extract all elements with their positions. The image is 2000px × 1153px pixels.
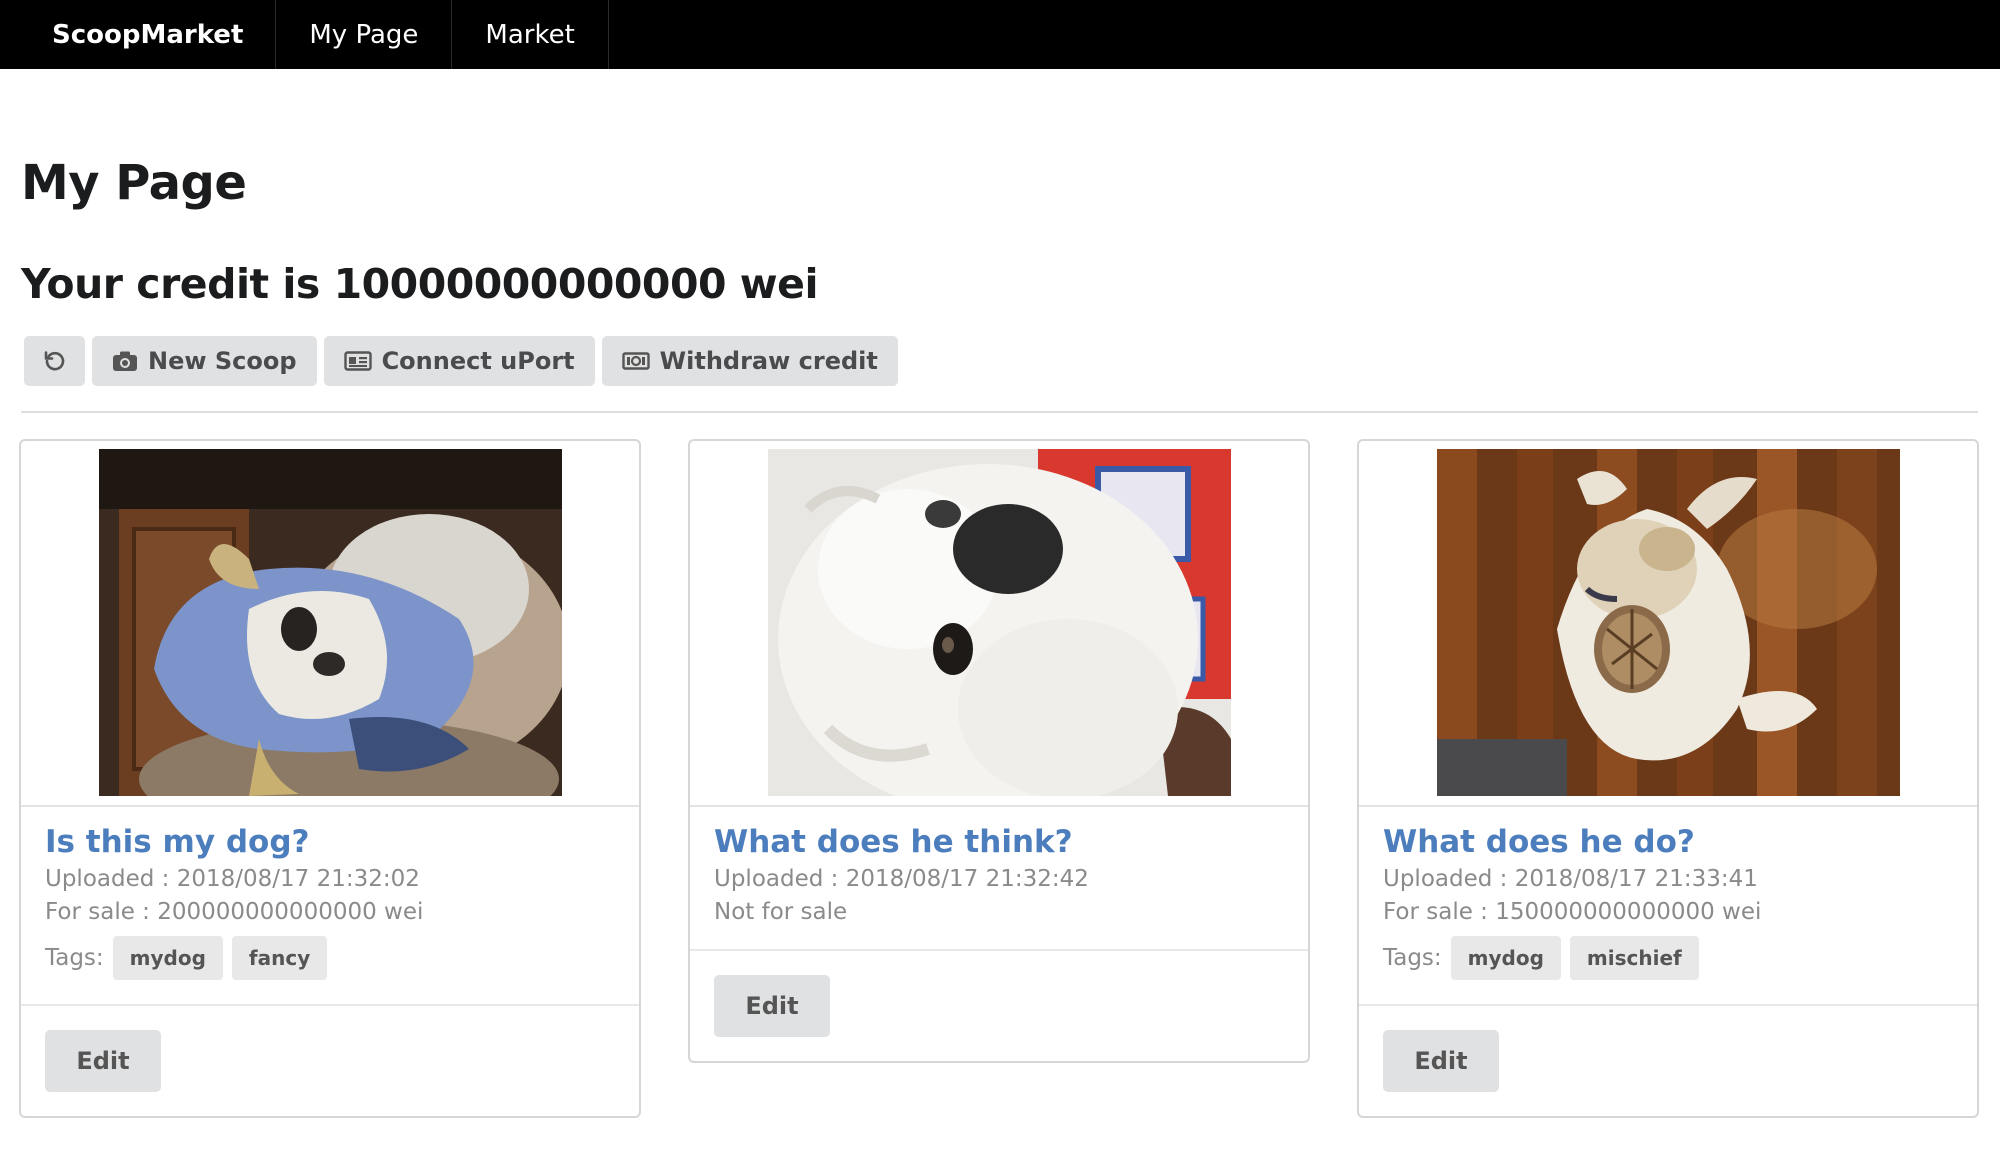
tags-row: Tags: mydog fancy (45, 936, 615, 980)
card-content: Is this my dog? Uploaded : 2018/08/17 21… (21, 824, 639, 1006)
nav-item-my-page[interactable]: My Page (276, 0, 453, 69)
tag-fancy[interactable]: fancy (231, 936, 328, 980)
divider (21, 411, 1978, 413)
card-image-area (1359, 441, 1977, 807)
tags-label: Tags: (1383, 945, 1442, 971)
scoop-photo[interactable] (99, 449, 562, 796)
connect-uport-button[interactable]: Connect uPort (323, 336, 595, 386)
scoop-card: What does he do? Uploaded : 2018/08/17 2… (1357, 439, 1979, 1118)
card-content: What does he do? Uploaded : 2018/08/17 2… (1359, 824, 1977, 1006)
refresh-button[interactable] (24, 336, 85, 386)
id-card-icon (343, 350, 372, 372)
new-scoop-button[interactable]: New Scoop (92, 336, 317, 386)
upload-date: Uploaded : 2018/08/17 21:33:41 (1383, 866, 1758, 892)
card-actions: Edit (690, 951, 1308, 1061)
card-actions: Edit (1359, 1006, 1977, 1116)
tag-mischief[interactable]: mischief (1569, 936, 1699, 980)
withdraw-credit-label: Withdraw credit (659, 347, 878, 375)
tag-mydog[interactable]: mydog (1450, 936, 1561, 980)
camera-icon (112, 350, 138, 372)
scoop-title-link[interactable]: Is this my dog? (45, 824, 615, 860)
upload-date: Uploaded : 2018/08/17 21:32:42 (714, 866, 1089, 892)
top-navbar: ScoopMarket My Page Market (0, 0, 2000, 69)
scoop-photo[interactable] (768, 449, 1231, 796)
connect-uport-label: Connect uPort (381, 347, 575, 375)
money-bill-icon (621, 351, 650, 371)
page-title: My Page (21, 155, 247, 211)
scoop-title-link[interactable]: What does he do? (1383, 824, 1953, 860)
toolbar: New Scoop Connect uPort Withdraw credit (24, 336, 898, 386)
scoop-title-link[interactable]: What does he think? (714, 824, 1284, 860)
tags-row: Tags: mydog mischief (1383, 936, 1953, 980)
edit-button[interactable]: Edit (714, 975, 830, 1037)
card-image-area (21, 441, 639, 807)
edit-button[interactable]: Edit (45, 1030, 161, 1092)
sale-status: For sale : 200000000000000 wei (45, 899, 424, 925)
scoop-card: What does he think? Uploaded : 2018/08/1… (688, 439, 1310, 1063)
nav-brand-scoopmarket[interactable]: ScoopMarket (0, 0, 277, 69)
card-image-area (690, 441, 1308, 807)
sale-status: Not for sale (714, 899, 848, 925)
tags-label: Tags: (45, 945, 104, 971)
edit-button[interactable]: Edit (1383, 1030, 1499, 1092)
nav-item-market[interactable]: Market (452, 0, 609, 69)
withdraw-credit-button[interactable]: Withdraw credit (601, 336, 898, 386)
scoop-photo[interactable] (1437, 449, 1900, 796)
sale-status: For sale : 150000000000000 wei (1383, 899, 1762, 925)
card-actions: Edit (21, 1006, 639, 1116)
credit-heading: Your credit is 10000000000000 wei (21, 260, 819, 308)
refresh-icon (44, 350, 66, 372)
scoop-card: Is this my dog? Uploaded : 2018/08/17 21… (19, 439, 641, 1118)
card-content: What does he think? Uploaded : 2018/08/1… (690, 824, 1308, 951)
upload-date: Uploaded : 2018/08/17 21:32:02 (45, 866, 420, 892)
tag-mydog[interactable]: mydog (112, 936, 223, 980)
new-scoop-label: New Scoop (148, 347, 297, 375)
